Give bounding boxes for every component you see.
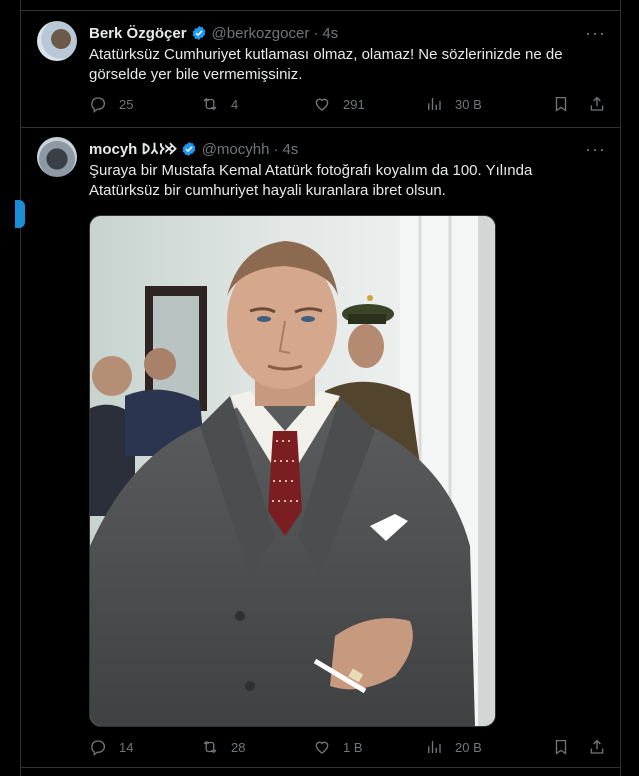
verified-badge-icon	[192, 26, 205, 40]
tweet-header: Berk Özgöçer @berkozgocer · 4s ···	[89, 23, 606, 43]
share-button[interactable]	[588, 95, 606, 113]
reply-button[interactable]: 14	[89, 738, 201, 756]
tweet[interactable]: mocyh 𐰢𐰆𐰲𐰖 @mocyhh · 4s ··· Şuraya bir M…	[21, 127, 620, 768]
portrait-photo	[90, 216, 495, 726]
avatar[interactable]	[37, 137, 77, 177]
like-button[interactable]: 1 B	[313, 738, 425, 756]
tweet-actions: 14 28 1 B 20 B	[89, 736, 606, 758]
like-count: 291	[343, 96, 365, 112]
separator: ·	[313, 24, 319, 42]
reply-count: 14	[119, 739, 134, 755]
retweet-icon	[203, 740, 217, 754]
more-icon[interactable]: ···	[585, 24, 606, 42]
timeline: Berk Özgöçer @berkozgocer · 4s ··· Atatü…	[15, 0, 621, 776]
retweet-button[interactable]: 28	[201, 738, 313, 756]
display-name[interactable]: Berk Özgöçer	[89, 25, 187, 42]
tweet-text: Atatürksüz Cumhuriyet kutlaması olmaz, o…	[89, 46, 563, 83]
views-icon	[428, 98, 441, 110]
views-count: 30 B	[455, 96, 482, 112]
retweet-button[interactable]: 4	[201, 95, 313, 113]
tweet-photo[interactable]	[89, 215, 496, 727]
handle[interactable]: @mocyhh	[202, 141, 270, 158]
views-count: 20 B	[455, 739, 482, 755]
reply-button[interactable]: 25	[89, 95, 201, 113]
share-button[interactable]	[588, 738, 606, 756]
timestamp[interactable]: 4s	[282, 141, 298, 158]
views-button[interactable]: 30 B	[425, 95, 545, 113]
views-icon	[428, 741, 441, 753]
share-icon	[590, 739, 604, 754]
tweet-text: Şuraya bir Mustafa Kemal Atatürk fotoğra…	[89, 162, 533, 199]
bookmark-button[interactable]	[552, 738, 570, 756]
views-button[interactable]: 20 B	[425, 738, 545, 756]
tweet-actions: 25 4 291 30 B	[89, 93, 606, 115]
share-icon	[590, 96, 604, 111]
bookmark-button[interactable]	[552, 95, 570, 113]
like-count: 1 B	[343, 739, 363, 755]
like-button[interactable]: 291	[313, 95, 425, 113]
tweet[interactable]: Berk Özgöçer @berkozgocer · 4s ··· Atatü…	[21, 10, 620, 128]
retweet-count: 4	[231, 96, 239, 112]
reply-count: 25	[119, 96, 134, 112]
tweet-header: mocyh 𐰢𐰆𐰲𐰖 @mocyhh · 4s ···	[89, 139, 606, 159]
bookmark-icon	[555, 739, 567, 755]
reply-icon	[91, 97, 106, 113]
verified-badge-icon	[182, 142, 196, 156]
timestamp[interactable]: 4s	[322, 25, 338, 42]
more-icon[interactable]: ···	[585, 140, 606, 158]
separator: ·	[273, 140, 279, 158]
like-icon	[315, 741, 329, 754]
display-name[interactable]: mocyh 𐰢𐰆𐰲𐰖	[89, 139, 177, 159]
avatar[interactable]	[37, 21, 77, 61]
retweet-icon	[203, 97, 217, 111]
like-icon	[315, 98, 329, 111]
retweet-count: 28	[231, 739, 246, 755]
bookmark-icon	[555, 96, 567, 112]
reply-icon	[91, 740, 106, 756]
handle[interactable]: @berkozgocer	[212, 25, 310, 42]
